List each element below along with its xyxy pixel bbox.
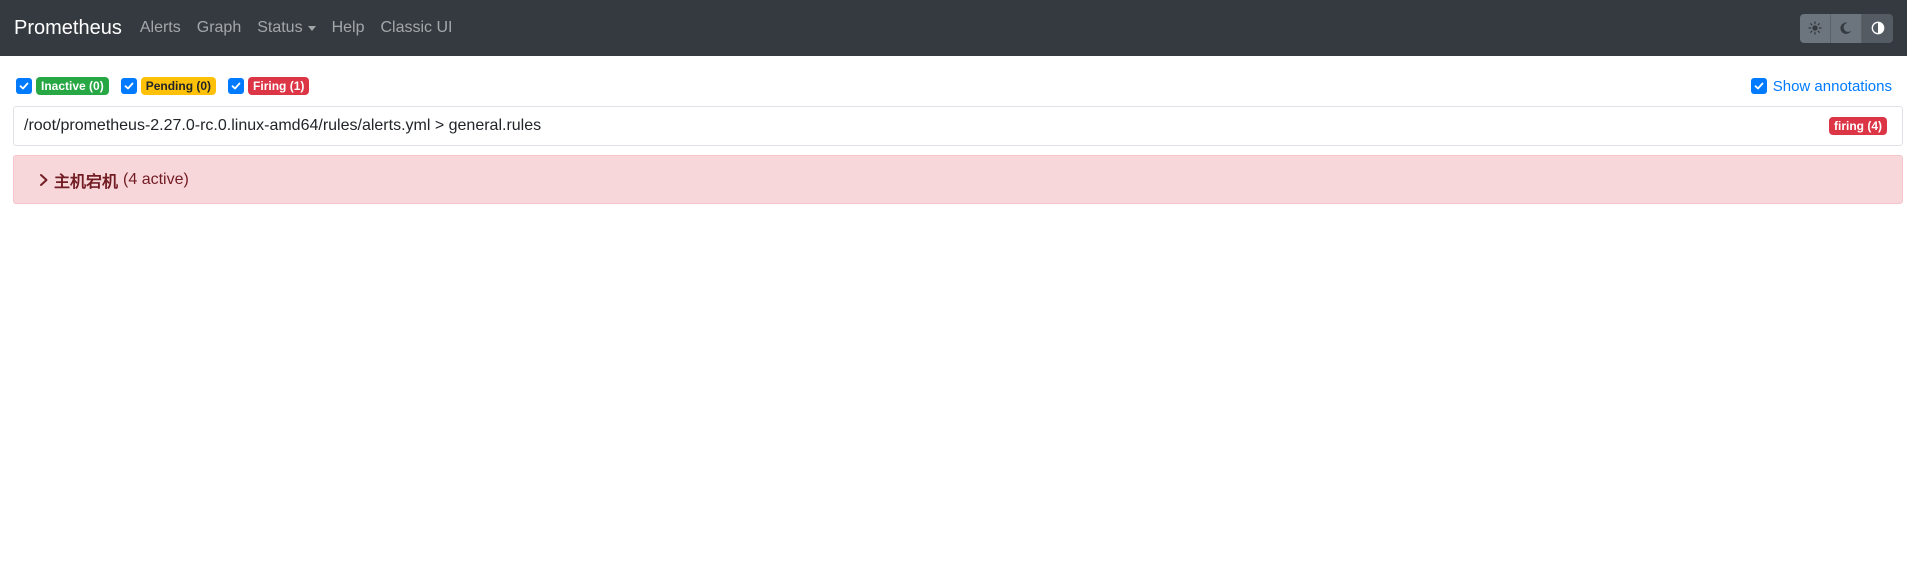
nav-help[interactable]: Help (324, 19, 373, 37)
rule-file-header: /root/prometheus-2.27.0-rc.0.linux-amd64… (13, 106, 1903, 146)
filter-firing[interactable]: Firing (1) (228, 77, 310, 95)
pending-badge: Pending (0) (140, 77, 217, 95)
nav-status-label: Status (257, 19, 303, 36)
nav-classic-ui[interactable]: Classic UI (372, 19, 460, 37)
light-theme-button[interactable] (1800, 13, 1831, 43)
top-navbar: Prometheus Alerts Graph Status Help Clas… (0, 0, 1907, 56)
show-annotations-toggle[interactable]: Show annotations (1750, 77, 1892, 95)
firing-badge: Firing (1) (248, 77, 310, 95)
alert-rule-row[interactable]: 主机宕机 (4 active) (13, 155, 1903, 204)
pending-checkbox[interactable] (120, 78, 137, 94)
chevron-right-icon (40, 173, 48, 186)
browser-theme-button[interactable] (1862, 13, 1893, 43)
rule-file-path: /root/prometheus-2.27.0-rc.0.linux-amd64… (24, 117, 542, 134)
contrast-icon (1871, 21, 1884, 35)
sun-icon (1808, 21, 1822, 35)
dark-theme-button[interactable] (1831, 13, 1862, 43)
inactive-checkbox[interactable] (16, 78, 32, 94)
show-annotations-checkbox[interactable] (1750, 78, 1767, 94)
alert-rule-name: 主机宕机 (54, 173, 119, 191)
nav-status-dropdown[interactable]: Status (249, 19, 323, 37)
theme-toggle-group (1800, 13, 1893, 43)
alert-state-filters: Inactive (0) Pending (0) Firing (1) Show… (0, 68, 1907, 104)
brand-link[interactable]: Prometheus (14, 17, 122, 40)
check-icon (124, 82, 134, 90)
firing-checkbox[interactable] (228, 78, 245, 94)
filter-inactive[interactable]: Inactive (0) (16, 77, 109, 95)
filter-pending[interactable]: Pending (0) (120, 77, 217, 95)
check-icon (231, 82, 241, 90)
nav-graph[interactable]: Graph (189, 19, 249, 37)
inactive-badge: Inactive (0) (36, 77, 109, 95)
show-annotations-label: Show annotations (1772, 77, 1892, 95)
moon-icon (1840, 22, 1852, 34)
chevron-down-icon (307, 25, 316, 31)
alert-rule-active-count: (4 active) (123, 170, 189, 188)
check-icon (1754, 82, 1764, 90)
nav-alerts[interactable]: Alerts (132, 19, 189, 37)
rule-file-status-badge: firing (4) (1829, 117, 1887, 135)
check-icon (19, 82, 29, 90)
